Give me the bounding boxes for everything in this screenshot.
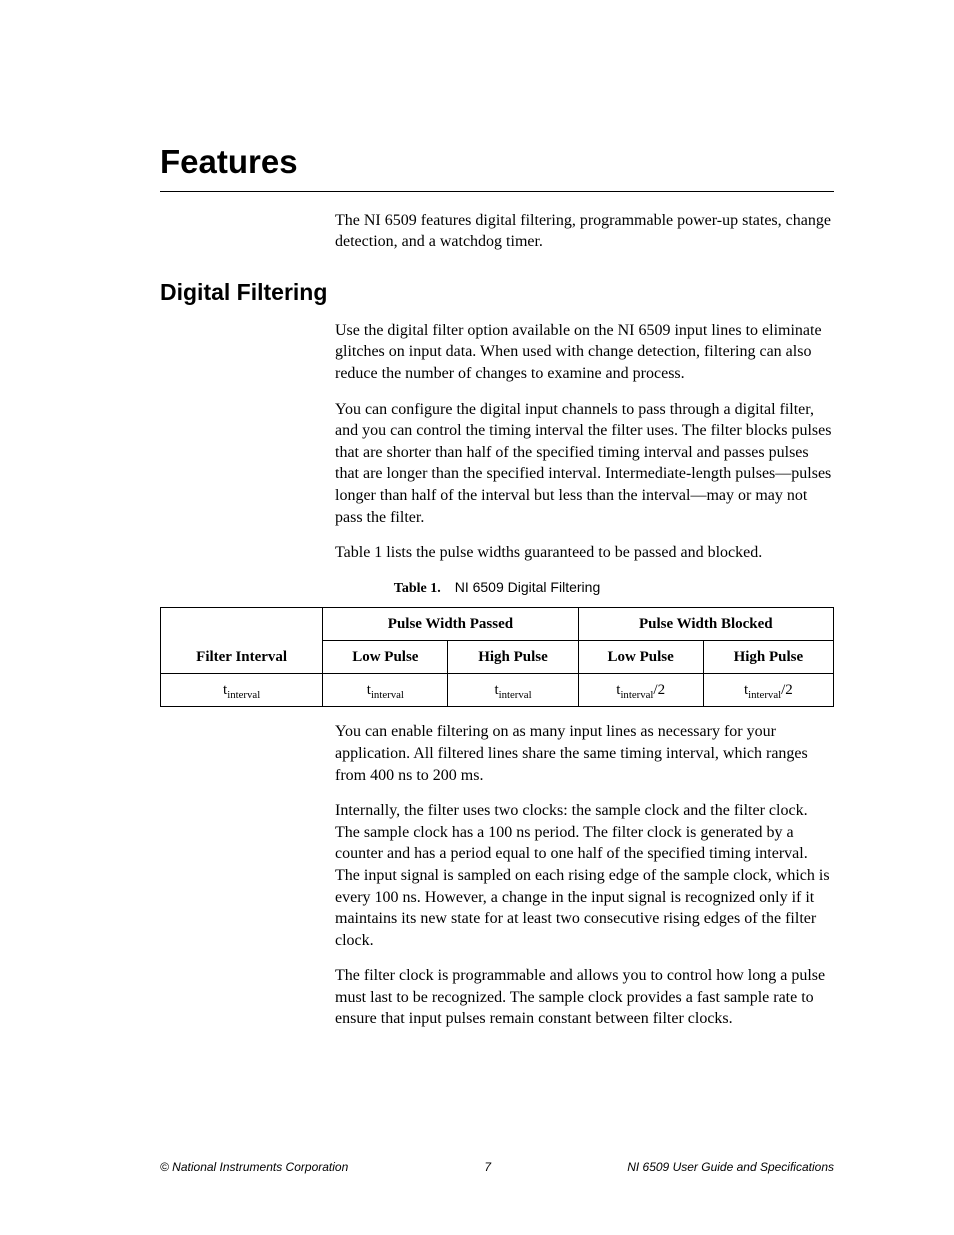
footer-page-number: 7 <box>348 1159 627 1175</box>
td-passed-high: tinterval <box>448 674 578 707</box>
th-pulse-width-passed: Pulse Width Passed <box>323 607 578 640</box>
section-heading-digital-filtering: Digital Filtering <box>160 277 834 308</box>
digital-filtering-block-2: You can enable filtering on as many inpu… <box>335 721 834 1030</box>
page-heading-features: Features <box>160 140 834 185</box>
digital-filtering-table: Filter Interval Pulse Width Passed Pulse… <box>160 607 834 708</box>
intro-block: The NI 6509 features digital filtering, … <box>335 210 834 253</box>
td-blocked-low: tinterval/2 <box>578 674 703 707</box>
body-paragraph: Internally, the filter uses two clocks: … <box>335 800 834 951</box>
table-row: tinterval tinterval tinterval tinterval/… <box>161 674 834 707</box>
th-filter-interval: Filter Interval <box>161 607 323 674</box>
page-footer: © National Instruments Corporation 7 NI … <box>160 1159 834 1175</box>
body-paragraph: You can configure the digital input chan… <box>335 399 834 529</box>
intro-paragraph: The NI 6509 features digital filtering, … <box>335 210 834 253</box>
td-passed-low: tinterval <box>323 674 448 707</box>
td-blocked-high: tinterval/2 <box>703 674 833 707</box>
table-caption-text: NI 6509 Digital Filtering <box>455 579 601 595</box>
document-page: Features The NI 6509 features digital fi… <box>0 0 954 1235</box>
digital-filtering-block: Use the digital filter option available … <box>335 320 834 564</box>
body-paragraph: The filter clock is programmable and all… <box>335 965 834 1030</box>
body-paragraph: Use the digital filter option available … <box>335 320 834 385</box>
th-high-pulse: High Pulse <box>703 640 833 673</box>
heading-rule <box>160 191 834 192</box>
th-low-pulse: Low Pulse <box>323 640 448 673</box>
table-header-row: Filter Interval Pulse Width Passed Pulse… <box>161 607 834 640</box>
footer-doc-title: NI 6509 User Guide and Specifications <box>627 1159 834 1175</box>
th-pulse-width-blocked: Pulse Width Blocked <box>578 607 833 640</box>
body-paragraph: You can enable filtering on as many inpu… <box>335 721 834 786</box>
th-high-pulse: High Pulse <box>448 640 578 673</box>
th-low-pulse: Low Pulse <box>578 640 703 673</box>
body-paragraph: Table 1 lists the pulse widths guarantee… <box>335 542 834 564</box>
table-caption-label: Table 1. <box>394 581 441 596</box>
table-caption: Table 1. NI 6509 Digital Filtering <box>160 578 834 599</box>
footer-copyright: © National Instruments Corporation <box>160 1159 348 1175</box>
td-filter-interval: tinterval <box>161 674 323 707</box>
